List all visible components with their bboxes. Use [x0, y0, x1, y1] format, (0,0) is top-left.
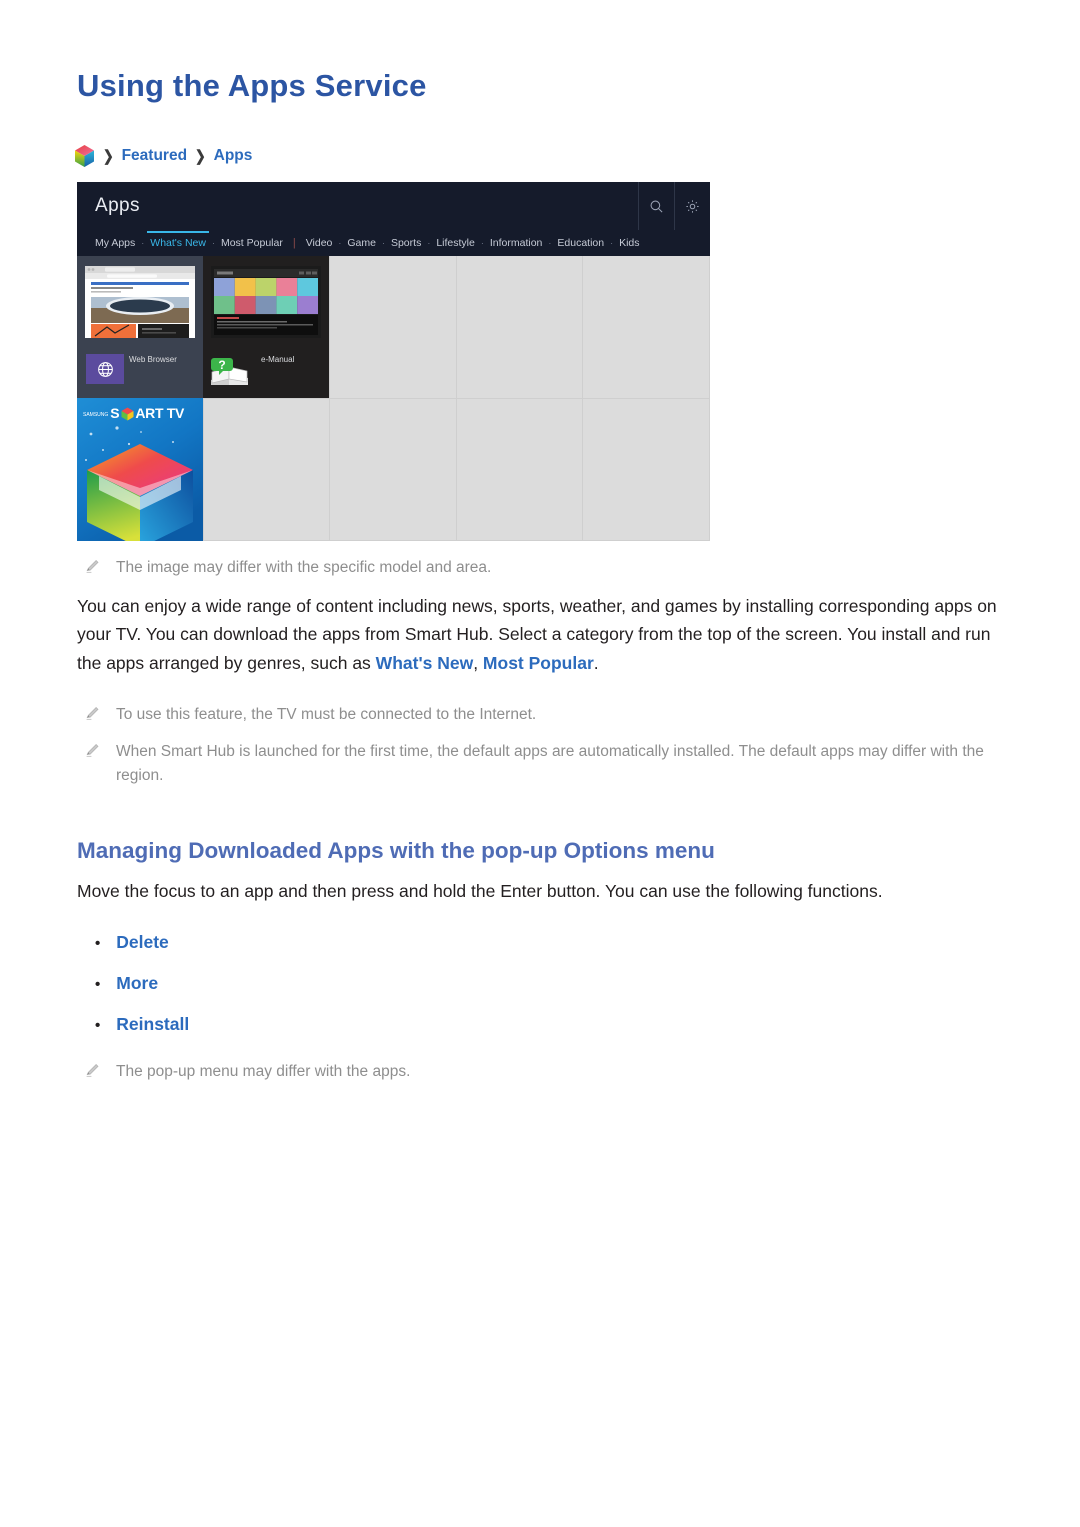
list-item-reinstall[interactable]: • Reinstall [95, 1014, 189, 1055]
tv-category-nav: My Apps · What's New · Most Popular | Vi… [77, 230, 710, 256]
smart-tv-cube-icon [121, 407, 134, 421]
smart-tv-text-left: S [110, 405, 120, 421]
breadcrumb: ❯ Featured ❯ Apps [74, 144, 252, 168]
note-text: To use this feature, the TV must be conn… [116, 706, 537, 723]
svg-text:?: ? [218, 358, 225, 372]
tv-nav-whats-new[interactable]: What's New [145, 231, 211, 249]
note-popup-menu: The pop-up menu may differ with the apps… [84, 1060, 410, 1086]
globe-icon [86, 354, 124, 384]
tv-nav-game[interactable]: Game [342, 237, 381, 249]
bullet-icon: • [95, 976, 101, 993]
list-item-more[interactable]: • More [95, 973, 189, 1014]
smart-tv-logo: SAMSUNG S ART TV [83, 405, 184, 421]
note-internet-required: To use this feature, the TV must be conn… [84, 703, 536, 729]
paragraph-part-2: , [473, 652, 483, 673]
smart-tv-promo-banner[interactable]: SAMSUNG S ART TV [77, 398, 203, 541]
intro-paragraph: You can enjoy a wide range of content in… [77, 592, 1007, 677]
app-tile-e-manual[interactable]: ? e-Manual [203, 256, 329, 398]
nav-separator-icon: | [292, 237, 296, 249]
featured-tile-row: Web Browser ? e-Manual [77, 256, 330, 398]
search-icon[interactable] [638, 182, 674, 230]
section-intro-paragraph: Move the focus to an app and then press … [77, 881, 883, 901]
tv-nav-video[interactable]: Video [301, 237, 338, 249]
bullet-icon: • [95, 1017, 101, 1034]
pencil-note-icon [84, 740, 104, 788]
pencil-note-icon [84, 703, 104, 729]
gear-icon[interactable] [674, 182, 710, 230]
grid-cell [456, 256, 584, 399]
grid-cell [330, 398, 457, 541]
tv-nav-my-apps[interactable]: My Apps [90, 237, 140, 249]
note-text: When Smart Hub is launched for the first… [116, 743, 984, 785]
tv-nav-education[interactable]: Education [552, 237, 609, 249]
e-manual-preview [211, 266, 321, 338]
web-browser-preview [85, 266, 195, 338]
tv-header: Apps [77, 182, 710, 230]
list-item-delete[interactable]: • Delete [95, 932, 189, 973]
link-whats-new[interactable]: What's New [376, 653, 474, 673]
note-default-apps: When Smart Hub is launched for the first… [84, 740, 1034, 788]
tv-nav-kids[interactable]: Kids [614, 237, 644, 249]
tv-nav-most-popular[interactable]: Most Popular [216, 237, 288, 249]
tv-screenshot: Apps My Apps · What's New · Most Popular… [77, 182, 710, 541]
tv-nav-lifestyle[interactable]: Lifestyle [431, 237, 480, 249]
app-tile-web-browser[interactable]: Web Browser [77, 256, 203, 398]
pencil-note-icon [84, 556, 104, 582]
smart-tv-text-right: ART TV [135, 405, 185, 421]
grid-cell [583, 256, 710, 399]
grid-cell [583, 398, 710, 541]
note-text: The pop-up menu may differ with the apps… [116, 1063, 411, 1080]
link-most-popular[interactable]: Most Popular [483, 653, 594, 673]
smart-hub-cube-icon [74, 144, 95, 168]
paragraph-part-3: . [593, 652, 599, 673]
grid-cell [203, 398, 331, 541]
open-book-icon: ? [208, 352, 252, 388]
tv-nav-information[interactable]: Information [485, 237, 548, 249]
breadcrumb-chevron-icon-2: ❯ [194, 147, 206, 165]
tv-header-icons [638, 182, 710, 230]
app-tile-label: Web Browser [129, 355, 177, 364]
list-item-label: More [116, 973, 159, 993]
section-heading-managing-apps: Managing Downloaded Apps with the pop-up… [77, 838, 715, 863]
list-item-label: Reinstall [116, 1014, 190, 1034]
breadcrumb-item-apps[interactable]: Apps [214, 147, 253, 165]
grid-cell [330, 256, 457, 399]
breadcrumb-chevron-icon: ❯ [102, 147, 114, 165]
app-tile-label: e-Manual [261, 355, 295, 364]
tv-app-grid: Web Browser ? e-Manual SAMSUNG S ART TV [77, 256, 710, 541]
options-list: • Delete • More • Reinstall [95, 932, 189, 1055]
list-item-label: Delete [116, 932, 169, 952]
breadcrumb-item-featured[interactable]: Featured [122, 147, 187, 165]
samsung-brand-label: SAMSUNG [83, 412, 109, 418]
tv-header-title: Apps [95, 195, 140, 216]
bullet-icon: • [95, 935, 101, 952]
grid-cell [456, 398, 584, 541]
note-image-differs: The image may differ with the specific m… [84, 556, 491, 582]
pencil-note-icon [84, 1060, 104, 1086]
page-title: Using the Apps Service [77, 68, 427, 103]
tv-nav-sports[interactable]: Sports [386, 237, 426, 249]
note-text: The image may differ with the specific m… [116, 559, 492, 576]
